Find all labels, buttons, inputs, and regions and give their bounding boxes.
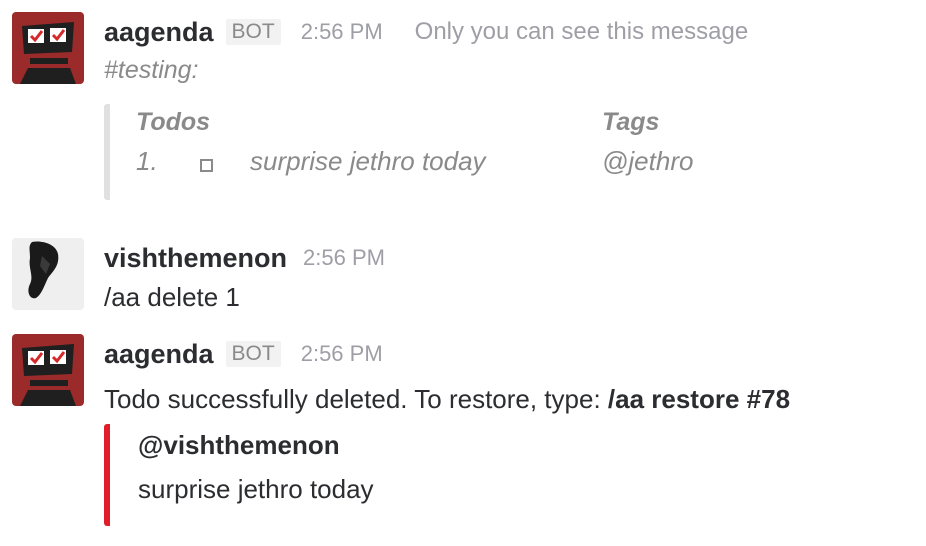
- tags-header: Tags: [602, 108, 660, 136]
- message-content: aagenda BOT 2:56 PM Only you can see thi…: [104, 12, 926, 200]
- aagenda-avatar[interactable]: [12, 334, 84, 406]
- attachment-title[interactable]: @vishthemenon: [138, 430, 340, 461]
- todo-text: surprise jethro today: [250, 146, 486, 176]
- robot-avatar-icon: [12, 334, 84, 406]
- todo-tag[interactable]: @jethro: [602, 146, 693, 177]
- attachment-body: surprise jethro today: [138, 474, 374, 504]
- message-text: /aa delete 1: [104, 282, 240, 312]
- message-aagenda-deleted: aagenda BOT 2:56 PM Todo successfully de…: [0, 334, 926, 534]
- timestamp[interactable]: 2:56 PM: [301, 19, 383, 45]
- sender-name[interactable]: vishthemenon: [104, 243, 287, 274]
- timestamp[interactable]: 2:56 PM: [303, 245, 385, 271]
- aagenda-avatar[interactable]: [12, 12, 84, 84]
- message-content: aagenda BOT 2:56 PM Todo successfully de…: [104, 334, 926, 526]
- message-header: vishthemenon 2:56 PM: [104, 238, 926, 278]
- deletion-confirmation-text: Todo successfully deleted. To restore, t…: [104, 384, 608, 414]
- ephemeral-note: Only you can see this message: [414, 18, 749, 45]
- todos-header: Todos: [136, 108, 211, 136]
- todo-attachment: Todos Tags 1. surprise jethro today @jet…: [104, 104, 810, 200]
- sender-name[interactable]: aagenda: [104, 17, 214, 48]
- message-header: aagenda BOT 2:56 PM: [104, 334, 926, 374]
- channel-label: #testing:: [104, 56, 199, 84]
- message-content: vishthemenon 2:56 PM /aa delete 1: [104, 238, 926, 316]
- bot-badge: BOT: [225, 341, 281, 367]
- checkbox-icon[interactable]: [200, 159, 213, 172]
- message-vishthemenon: vishthemenon 2:56 PM /aa delete 1: [0, 238, 926, 318]
- message-text: Todo successfully deleted. To restore, t…: [104, 380, 926, 418]
- todo-number: 1.: [136, 146, 158, 176]
- sender-name[interactable]: aagenda: [104, 339, 214, 370]
- timestamp[interactable]: 2:56 PM: [301, 341, 383, 367]
- user-avatar[interactable]: [12, 238, 84, 310]
- user-photo-icon: [12, 238, 84, 310]
- message-aagenda-ephemeral: aagenda BOT 2:56 PM Only you can see thi…: [0, 12, 926, 202]
- robot-avatar-icon: [12, 12, 84, 84]
- message-header: aagenda BOT 2:56 PM Only you can see thi…: [104, 12, 926, 52]
- bot-badge: BOT: [225, 19, 281, 45]
- restore-command: /aa restore #78: [607, 384, 791, 414]
- deleted-todo-attachment: @vishthemenon surprise jethro today: [104, 424, 610, 526]
